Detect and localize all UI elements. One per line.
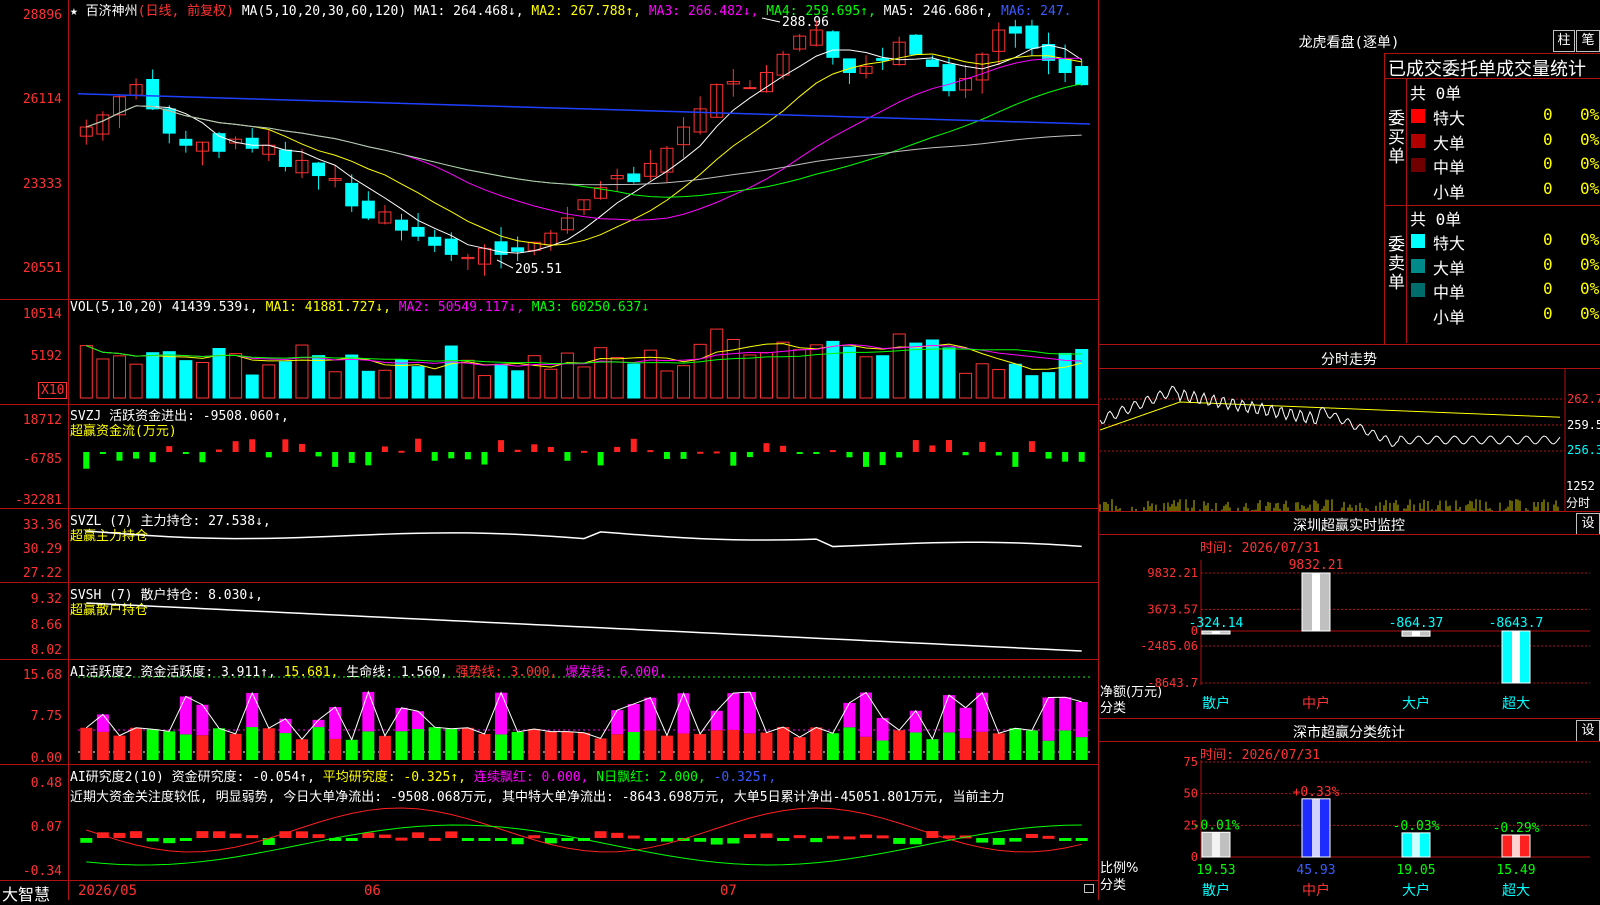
y-tick: 50 (1184, 787, 1198, 801)
change-label: -0.01% (1193, 818, 1240, 833)
category-label: 大户 (1402, 882, 1430, 899)
change-label: -0.29% (1493, 821, 1540, 836)
bar-value-label: 19.05 (1396, 863, 1435, 878)
bar-value-label: 45.93 (1296, 863, 1335, 878)
y-tick: 0 (1191, 850, 1198, 864)
change-label: -0.03% (1393, 819, 1440, 834)
change-label: +0.33% (1293, 785, 1340, 800)
ratio-bar-highlight (1512, 835, 1520, 857)
y-tick: 75 (1184, 755, 1198, 769)
bar-value-label: 15.49 (1496, 863, 1535, 878)
ratio-bar-highlight (1212, 832, 1220, 857)
category-label: 中户 (1302, 882, 1330, 899)
sz-stats-chart[interactable]: 7550250-0.01%19.53散户+0.33%45.93中户-0.03%1… (0, 0, 1600, 900)
bar-value-label: 19.53 (1196, 863, 1235, 878)
ratio-bar-highlight (1412, 832, 1420, 857)
ratio-bar-highlight (1312, 798, 1320, 857)
category-label: 散户 (1202, 882, 1230, 899)
category-label: 超大 (1502, 883, 1530, 899)
